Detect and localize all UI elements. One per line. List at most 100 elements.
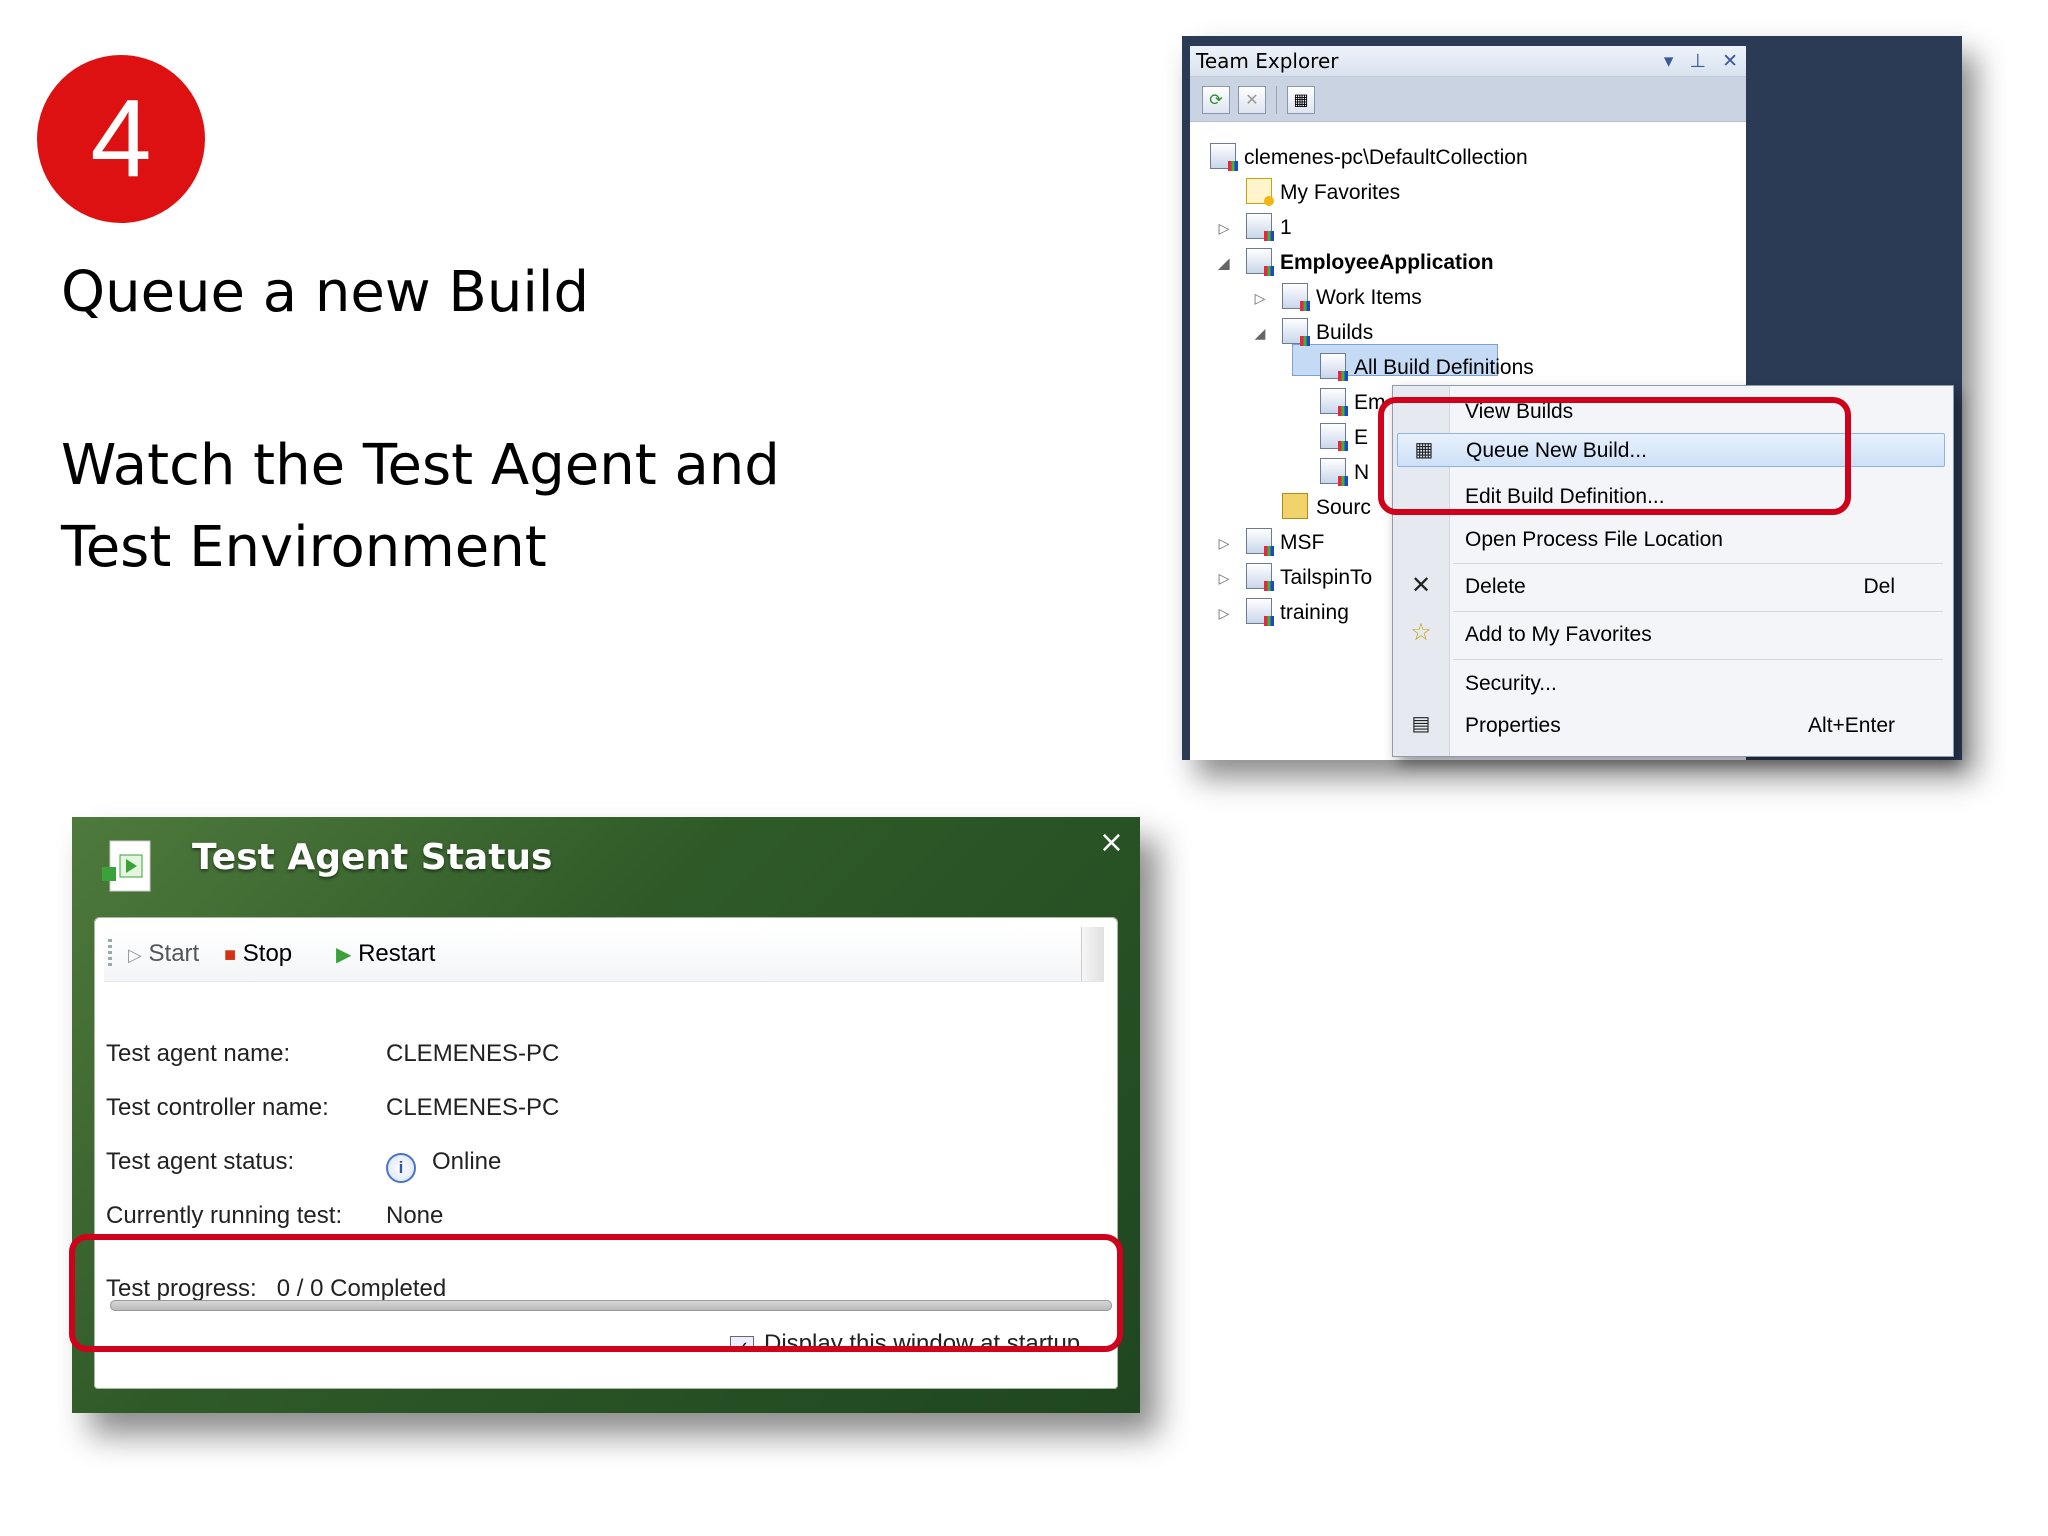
team-explorer-titlebar: Team Explorer ▾ ⊥ ✕ [1190,46,1746,77]
expand-arrow-icon[interactable]: ▷ [1214,527,1234,559]
team-project-icon [1246,598,1274,626]
agent-name-value: CLEMENES-PC [386,1040,560,1067]
delete-icon: ✕ [1410,572,1432,599]
close-icon[interactable]: ✕ [1722,50,1738,72]
agent-status-label: Test agent status: [106,1148,295,1175]
tree-label: MSF [1280,531,1325,554]
tree-build-definition[interactable]: N [1320,457,1369,489]
menu-separator [1453,611,1943,612]
close-icon[interactable]: × [1099,825,1124,860]
collection-icon [1210,143,1238,171]
button-label: Start [148,940,200,967]
tree-all-build-definitions[interactable]: All Build Definitions [1320,352,1534,384]
menu-shortcut: Del [1863,575,1895,598]
build-definition-icon [1320,388,1348,416]
stop-button[interactable]: ■ Stop [224,939,292,970]
toolbar-overflow[interactable] [1081,927,1104,981]
tree-collection[interactable]: clemenes-pc\DefaultCollection [1210,142,1528,174]
refresh-icon[interactable]: ⟳ [1202,86,1230,114]
menu-item-open-process-file-location[interactable]: Open Process File Location [1465,523,1935,557]
menu-item-delete[interactable]: Delete Del [1465,570,1935,604]
start-button[interactable]: ▷ Start [128,939,199,970]
menu-item-properties[interactable]: Properties Alt+Enter [1465,709,1935,743]
tree-project-msf[interactable]: ▷ MSF [1219,527,1325,559]
restart-icon: ▶ [336,944,352,966]
tree-build-definition[interactable]: E [1320,422,1368,454]
controller-name-value: CLEMENES-PC [386,1094,560,1121]
build-definition-icon [1320,423,1348,451]
stop-icon: ■ [224,944,237,966]
restart-button[interactable]: ▶ Restart [336,939,435,970]
button-label: Stop [242,940,293,967]
tree-label: EmployeeApplication [1280,251,1494,274]
menu-item-label: Delete [1465,575,1526,598]
controller-name-row: Test controller name: CLEMENES-PC [106,1091,559,1125]
stop-icon[interactable]: ✕ [1238,86,1266,114]
expand-arrow-icon[interactable]: ▷ [1250,282,1270,314]
work-items-icon [1282,283,1310,311]
team-project-icon [1246,563,1274,591]
collapse-arrow-icon[interactable]: ◢ [1214,247,1234,279]
step-number-badge: 4 [37,55,205,223]
test-agent-titlebar: Test Agent Status × [72,817,1140,917]
team-project-icon [1246,213,1274,241]
running-test-label: Currently running test: [106,1202,343,1229]
tree-label: Work Items [1316,286,1422,309]
add-favorite-icon: ☆ [1410,619,1432,646]
pin-icon[interactable]: ⊥ [1689,50,1706,72]
controller-name-label: Test controller name: [106,1094,329,1121]
expand-arrow-icon[interactable]: ▷ [1214,597,1234,629]
agent-name-row: Test agent name: CLEMENES-PC [106,1037,559,1071]
test-agent-toolbar: ▷ Start ■ Stop ▶ Restart [104,927,1104,982]
tree-project-1[interactable]: ▷ 1 [1219,212,1292,244]
play-icon: ▷ [128,945,142,965]
running-test-value: None [386,1202,444,1229]
add-team-project-icon[interactable]: ▦ [1287,86,1315,114]
tree-builds[interactable]: ◢ Builds [1255,317,1374,349]
tree-label: Builds [1316,321,1374,344]
slide-subheading: Watch the Test Agent and Test Environmen… [61,433,780,580]
tree-project-employee[interactable]: ◢ EmployeeApplication [1219,247,1494,279]
build-definitions-icon [1320,353,1348,381]
favorites-icon [1246,178,1274,206]
tree-label: training [1280,601,1349,624]
menu-item-security[interactable]: Security... [1465,667,1935,701]
tree-build-definition-selected[interactable]: Em [1320,387,1386,419]
tree-project-tailspin[interactable]: ▷ TailspinTo [1219,562,1372,594]
test-agent-title: Test Agent Status [192,837,553,878]
tree-label: All Build Definitions [1354,356,1534,379]
expand-arrow-icon[interactable]: ▷ [1214,212,1234,244]
menu-separator [1453,659,1943,660]
highlight-queue-build [1378,397,1851,515]
agent-status-value: Online [432,1148,502,1175]
agent-status-row: Test agent status: i Online [106,1145,501,1183]
highlight-test-progress [69,1234,1123,1352]
tree-label: clemenes-pc\DefaultCollection [1244,146,1528,169]
button-label: Restart [358,940,436,967]
expand-arrow-icon[interactable]: ▷ [1214,562,1234,594]
tree-label: 1 [1280,216,1292,239]
menu-separator [1453,563,1943,564]
tree-project-training[interactable]: ▷ training [1219,597,1349,629]
running-test-row: Currently running test: None [106,1199,443,1233]
team-project-icon [1246,528,1274,556]
toolbar-separator [1276,86,1277,114]
build-definition-icon [1320,458,1348,486]
dropdown-icon[interactable]: ▾ [1664,50,1674,72]
toolbar-grip[interactable] [108,939,112,967]
collapse-arrow-icon[interactable]: ◢ [1250,317,1270,349]
agent-name-label: Test agent name: [106,1040,291,1067]
tree-label: Sourc [1316,496,1371,519]
source-control-icon [1282,493,1308,519]
team-explorer-toolbar: ⟳ ✕ ▦ [1190,77,1746,122]
tree-source-control[interactable]: Sourc [1282,492,1371,524]
test-agent-app-icon [102,840,151,892]
tree-work-items[interactable]: ▷ Work Items [1255,282,1422,314]
menu-item-label: Properties [1465,714,1561,737]
slide-heading: Queue a new Build [61,260,590,325]
tree-label: E [1354,426,1369,449]
tree-my-favorites[interactable]: My Favorites [1246,177,1400,209]
team-project-icon [1246,248,1274,276]
builds-icon [1282,318,1310,346]
menu-item-add-to-favorites[interactable]: Add to My Favorites [1465,618,1935,652]
